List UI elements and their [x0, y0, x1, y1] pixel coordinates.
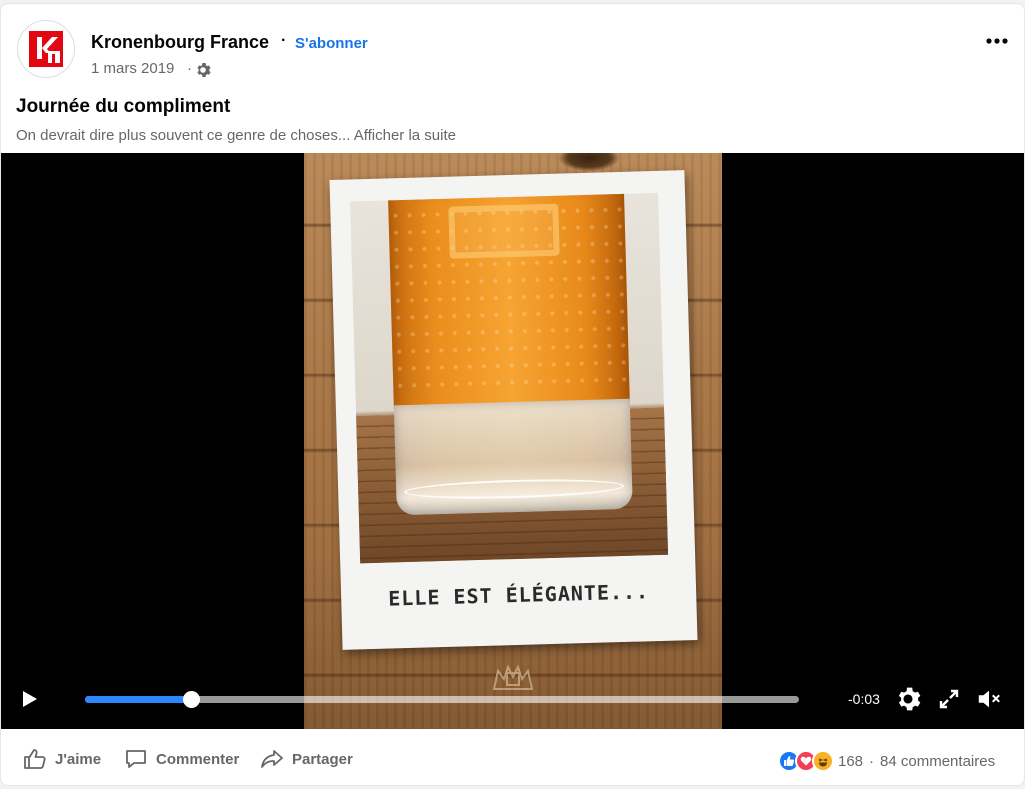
settings-button[interactable]: [895, 686, 921, 712]
header-separator: ·: [281, 32, 287, 49]
polaroid-caption: ELLE EST ÉLÉGANTE...: [387, 579, 650, 611]
comment-button[interactable]: Commenter: [124, 747, 239, 771]
post-footer: J'aime Commenter Partager 168 · 84 comme…: [1, 730, 1024, 785]
progress-fill: [85, 696, 192, 703]
mute-button[interactable]: [976, 686, 1002, 712]
progress-bar[interactable]: [85, 691, 799, 708]
polaroid-photo: [350, 192, 669, 564]
post-title: Journée du compliment: [16, 96, 231, 117]
mute-icon: [978, 690, 1000, 708]
comment-icon: [126, 750, 146, 768]
post-text: On devrait dire plus souvent ce genre de…: [16, 127, 456, 144]
feed-post: Kronenbourg France · S'abonner 1 mars 20…: [0, 3, 1025, 786]
post-date-link[interactable]: 1 mars 2019: [91, 60, 174, 77]
share-icon: [261, 750, 283, 768]
fullscreen-icon: [939, 689, 959, 709]
reaction-count: 168: [838, 752, 864, 770]
video-controls: -0:03: [1, 669, 1024, 729]
share-button[interactable]: Partager: [260, 747, 353, 771]
comment-label: Commenter: [156, 750, 240, 768]
comment-count-link[interactable]: 84 commentaires: [880, 753, 995, 770]
wood-knot: [559, 153, 619, 171]
like-button[interactable]: J'aime: [23, 747, 101, 771]
see-more-link[interactable]: Afficher la suite: [354, 127, 456, 144]
settings-icon: [898, 687, 921, 711]
play-button[interactable]: [15, 685, 43, 713]
play-icon: [23, 691, 37, 707]
beer-glass: [387, 192, 633, 516]
polaroid-card: ELLE EST ÉLÉGANTE...: [329, 170, 698, 650]
glass-emblem: [448, 203, 560, 259]
post-header: Kronenbourg France · S'abonner 1 mars 20…: [1, 4, 1024, 94]
haha-reaction-icon: [812, 750, 834, 772]
reactions-summary[interactable]: 168 · 84 commentaires: [778, 749, 995, 773]
like-label: J'aime: [55, 750, 102, 768]
video-frame: ELLE EST ÉLÉGANTE...: [304, 153, 722, 729]
post-text-body: On devrait dire plus souvent ce genre de…: [16, 127, 351, 144]
glass-base: [393, 398, 633, 516]
kronenbourg-logo-icon: [29, 31, 63, 67]
video-player[interactable]: ELLE EST ÉLÉGANTE... -0:03: [1, 153, 1024, 729]
page-avatar[interactable]: [17, 20, 75, 78]
follow-button[interactable]: S'abonner: [295, 35, 368, 52]
more-dots-icon: [986, 38, 1008, 44]
fullscreen-button[interactable]: [936, 686, 962, 712]
footer-separator: ·: [869, 752, 875, 770]
progress-handle[interactable]: [183, 691, 201, 708]
gear-icon: [197, 63, 211, 77]
date-separator: ·: [187, 60, 192, 77]
thumbs-up-icon: [24, 749, 46, 769]
page-name-link[interactable]: Kronenbourg France: [91, 32, 269, 53]
time-remaining: -0:03: [848, 691, 880, 707]
share-label: Partager: [292, 750, 353, 768]
more-options-button[interactable]: [982, 26, 1012, 56]
